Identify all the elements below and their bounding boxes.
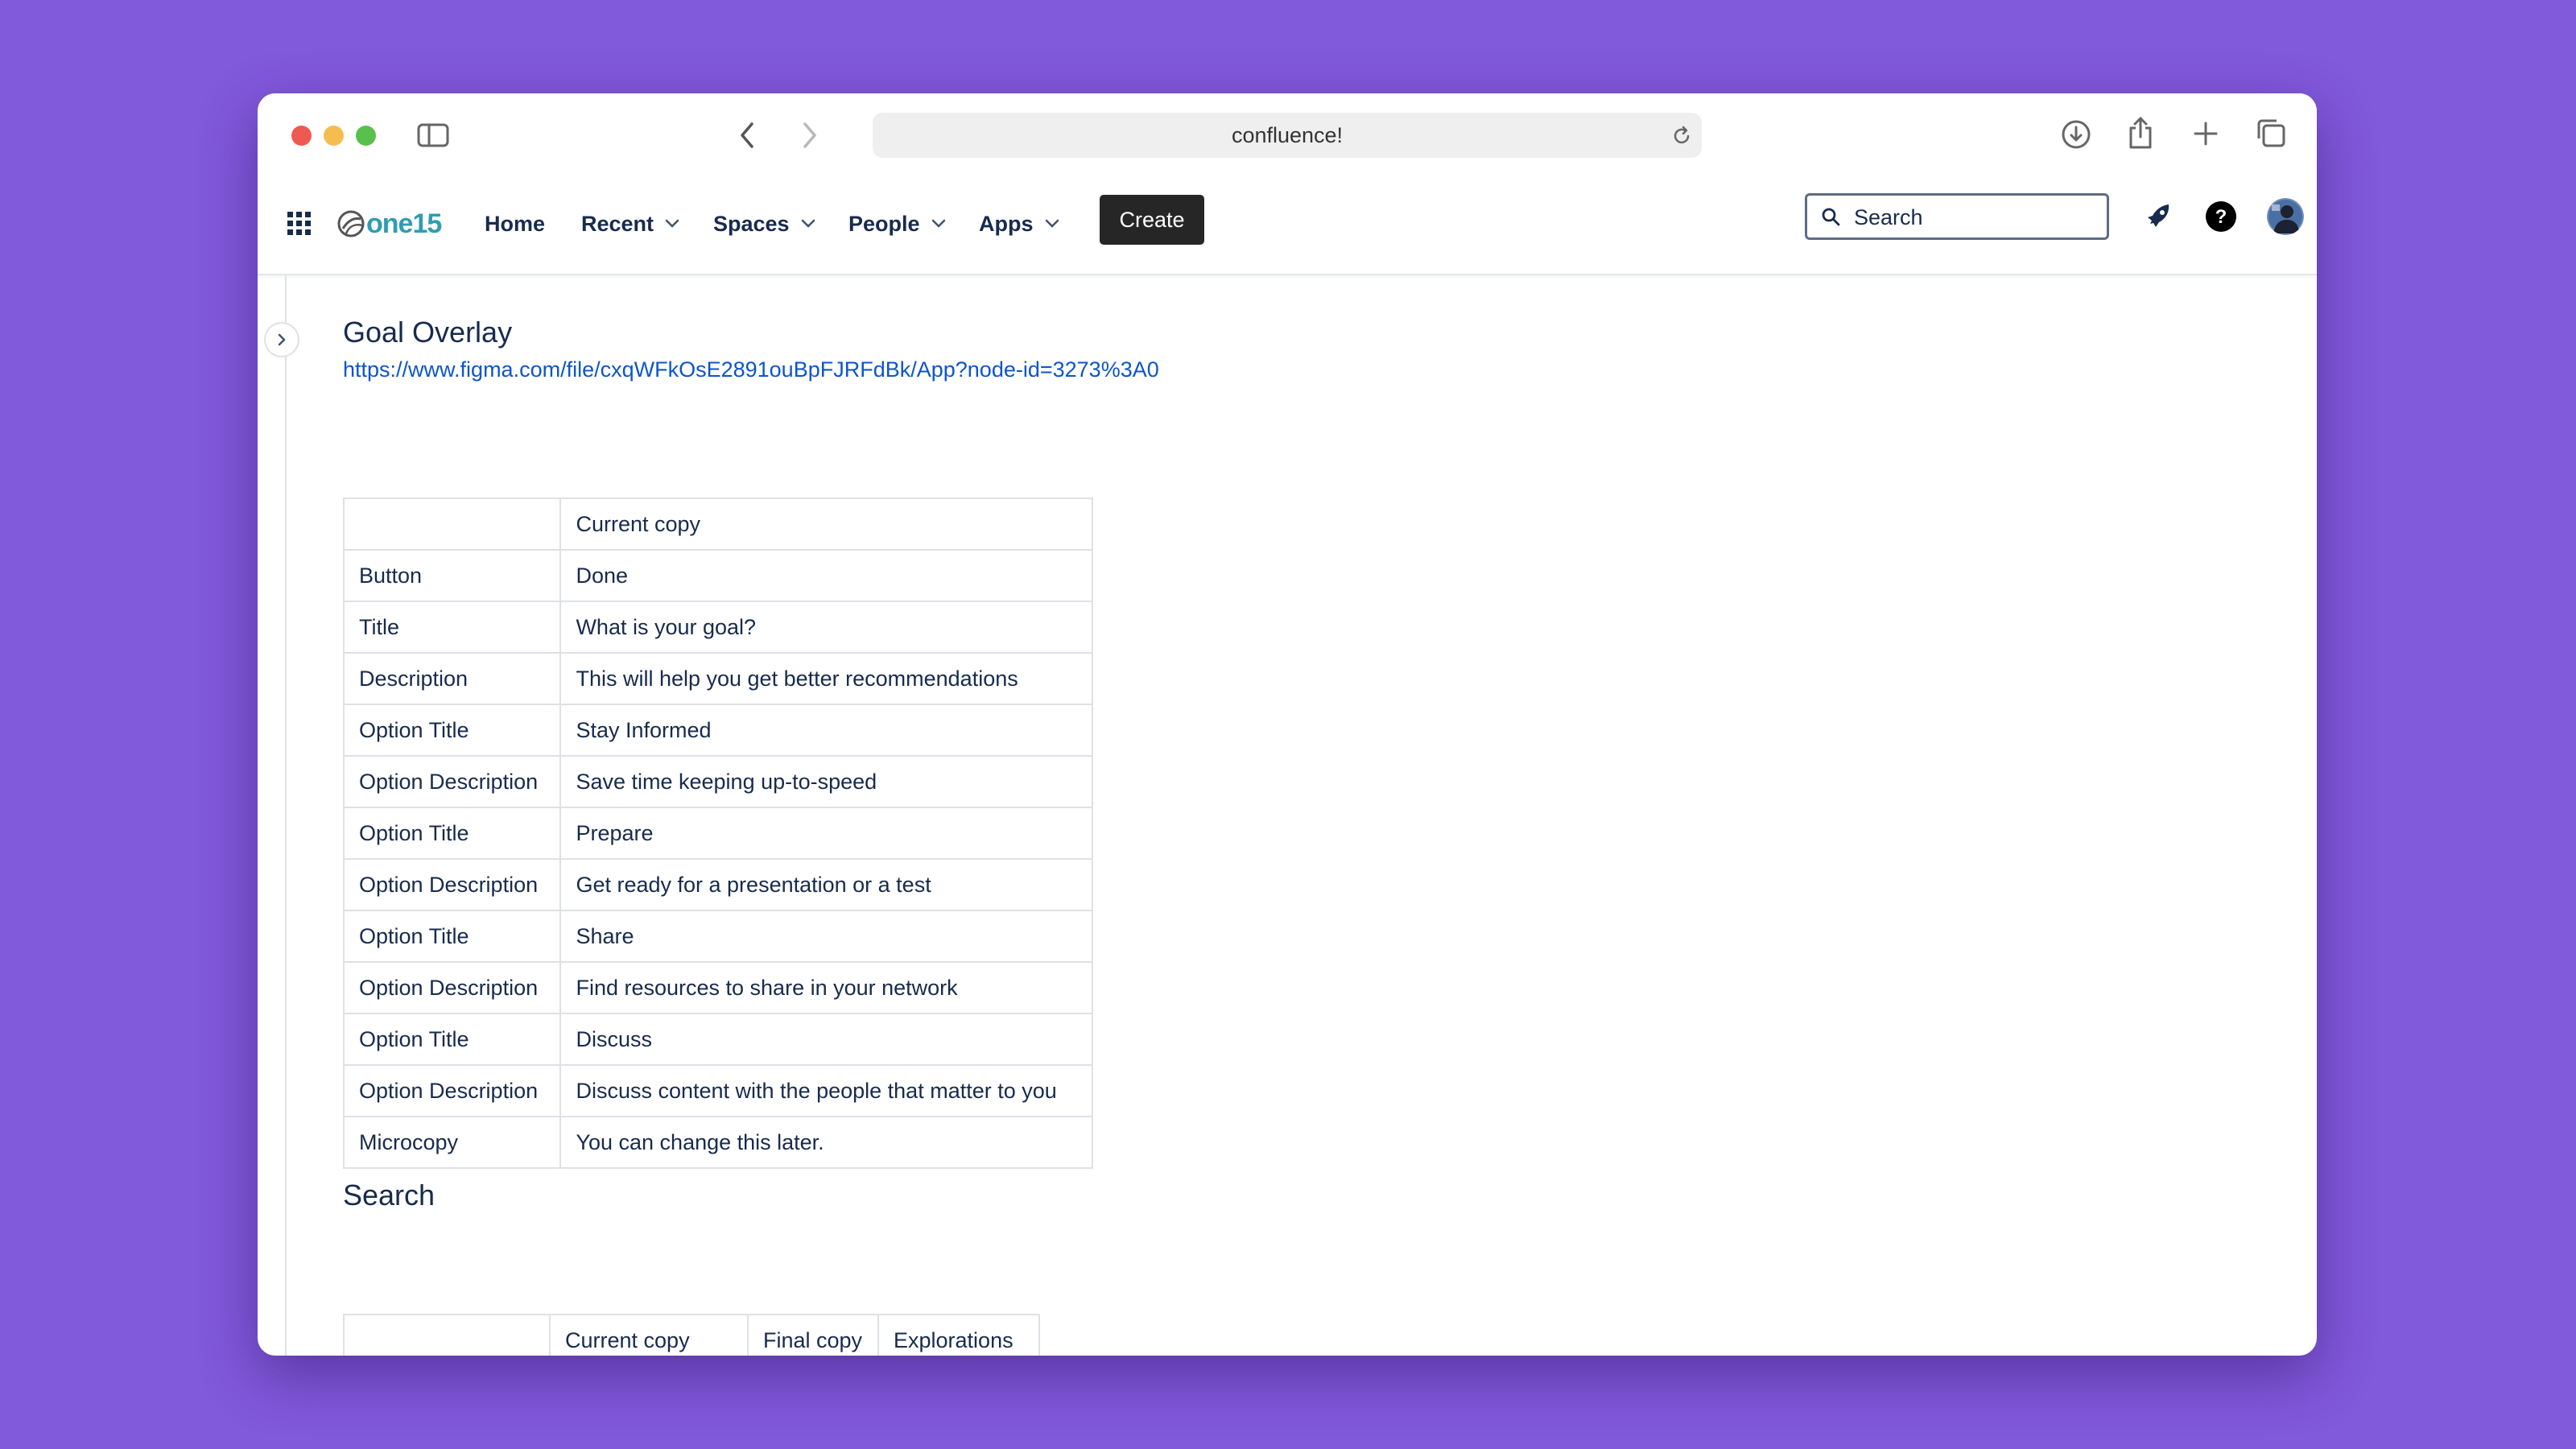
browser-window: confluence! one15 Home Recent Spaces Peo… [258, 93, 2317, 1356]
table-row: Description This will help you get better… [342, 652, 1093, 705]
url-text: confluence! [1231, 123, 1344, 147]
table-header-row: Current copy Final copy Explorations [343, 1314, 1040, 1356]
search-heading: Search [343, 1179, 436, 1212]
table-header-cell[interactable]: Explorations [877, 1314, 1040, 1356]
download-icon[interactable] [2059, 118, 2093, 151]
create-button[interactable]: Create [1100, 195, 1204, 245]
table-row: Title What is your goal? [342, 601, 1093, 654]
table-row: Option Title Share [342, 910, 1093, 963]
table-header-cell[interactable] [342, 497, 562, 551]
search-icon [1820, 206, 1841, 227]
logo-mark-icon [337, 210, 365, 237]
table-cell[interactable]: Share [559, 910, 1093, 963]
nav-apps[interactable]: Apps [979, 174, 1059, 274]
logo-text: one15 [366, 208, 442, 239]
nav-recent-label: Recent [581, 211, 654, 236]
table-row: Button Done [342, 549, 1093, 602]
table-row: Option Title Prepare [342, 807, 1093, 860]
table-cell[interactable]: Option Title [342, 807, 562, 860]
table-header-cell[interactable]: Final copy [747, 1314, 879, 1356]
table-row: Option Description Find resources to shar… [342, 961, 1093, 1014]
nav-apps-label: Apps [979, 211, 1034, 236]
table-cell[interactable]: Discuss [559, 1013, 1093, 1066]
reload-icon[interactable] [1670, 124, 1694, 148]
nav-people-label: People [848, 211, 920, 236]
table-cell[interactable]: You can change this later. [559, 1116, 1093, 1169]
table-cell[interactable]: Microcopy [342, 1116, 562, 1169]
close-window-button[interactable] [291, 126, 312, 146]
nav-spaces[interactable]: Spaces [713, 174, 815, 274]
browser-toolbar: confluence! [258, 93, 2317, 174]
table-cell[interactable]: Option Title [342, 1013, 562, 1066]
table-cell[interactable]: Find resources to share in your network [559, 961, 1093, 1014]
table-row: Microcopy You can change this later. [342, 1116, 1093, 1169]
table-header-cell[interactable] [343, 1314, 551, 1356]
goal-overlay-heading: Goal Overlay [343, 316, 513, 349]
figma-link[interactable]: https://www.figma.com/file/cxqWFkOsE2891… [343, 357, 1159, 382]
table-cell[interactable]: Stay Informed [559, 704, 1093, 757]
table-cell[interactable]: Save time keeping up-to-speed [559, 755, 1093, 808]
table-cell[interactable]: Title [342, 601, 562, 654]
app-switcher-icon[interactable] [285, 209, 314, 238]
nav-spaces-label: Spaces [713, 211, 790, 236]
table-cell[interactable]: What is your goal? [559, 601, 1093, 654]
chevron-down-icon [931, 219, 946, 229]
table-header-cell[interactable]: Current copy [549, 1314, 749, 1356]
table-row: Option Description Discuss content with t… [342, 1064, 1093, 1117]
sidebar-toggle-icon[interactable] [414, 121, 452, 150]
back-icon[interactable] [733, 121, 762, 150]
avatar[interactable] [2267, 198, 2304, 235]
nav-home-label: Home [485, 211, 546, 236]
forward-icon[interactable] [795, 121, 824, 150]
table-header-cell[interactable]: Current copy [559, 497, 1093, 551]
sidebar-divider [285, 275, 287, 1356]
table-cell[interactable]: Option Description [342, 1064, 562, 1117]
table-cell[interactable]: This will help you get better recommenda… [559, 652, 1093, 705]
table-row: Option Description Get ready for a presen… [342, 858, 1093, 911]
expand-sidebar-icon [278, 333, 286, 346]
table-cell[interactable]: Description [342, 652, 562, 705]
table-cell[interactable]: Button [342, 549, 562, 602]
search-field[interactable] [1805, 193, 2109, 240]
table-cell[interactable]: Get ready for a presentation or a test [559, 858, 1093, 911]
expand-sidebar-button[interactable] [264, 322, 299, 357]
page-content: Goal Overlay https://www.figma.com/file/… [258, 275, 2317, 1356]
chevron-down-icon [665, 219, 679, 229]
goal-overlay-table: Current copy Button Done Title What is your … [342, 497, 1093, 1169]
notification-icon[interactable] [2143, 201, 2175, 233]
table-cell[interactable]: Done [559, 549, 1093, 602]
search-table: Current copyFinal copyExplorationsPlaceh… [343, 1314, 1040, 1356]
nav-home[interactable]: Home [485, 174, 545, 274]
chevron-down-icon [1045, 219, 1059, 229]
table-cell[interactable]: Prepare [559, 807, 1093, 860]
new-tab-icon[interactable] [2191, 118, 2220, 150]
svg-text:?: ? [2215, 206, 2227, 228]
nav-people[interactable]: People [848, 174, 946, 274]
table-cell[interactable]: Option Title [342, 704, 562, 757]
table-cell[interactable]: Option Description [342, 755, 562, 808]
help-icon[interactable]: ? [2204, 200, 2238, 233]
table-row: Option Title Discuss [342, 1013, 1093, 1066]
share-icon[interactable] [2124, 114, 2157, 151]
table-header-row: Current copy [342, 497, 1093, 551]
nav-recent[interactable]: Recent [581, 174, 679, 274]
table-row: Option Description Save time keeping up-t… [342, 755, 1093, 808]
logo[interactable]: one15 [336, 204, 442, 243]
zoom-window-button[interactable] [356, 126, 376, 146]
table-cell[interactable]: Option Description [342, 858, 562, 911]
tabs-overview-icon[interactable] [2254, 116, 2288, 150]
table-cell[interactable]: Discuss content with the people that mat… [559, 1064, 1093, 1117]
table-cell[interactable]: Option Description [342, 961, 562, 1014]
search-input[interactable] [1852, 204, 2097, 231]
table-cell[interactable]: Option Title [342, 910, 562, 963]
chevron-down-icon [801, 219, 815, 229]
minimize-window-button[interactable] [324, 126, 344, 146]
table-row: Option Title Stay Informed [342, 704, 1093, 757]
address-bar[interactable]: confluence! [873, 113, 1702, 158]
